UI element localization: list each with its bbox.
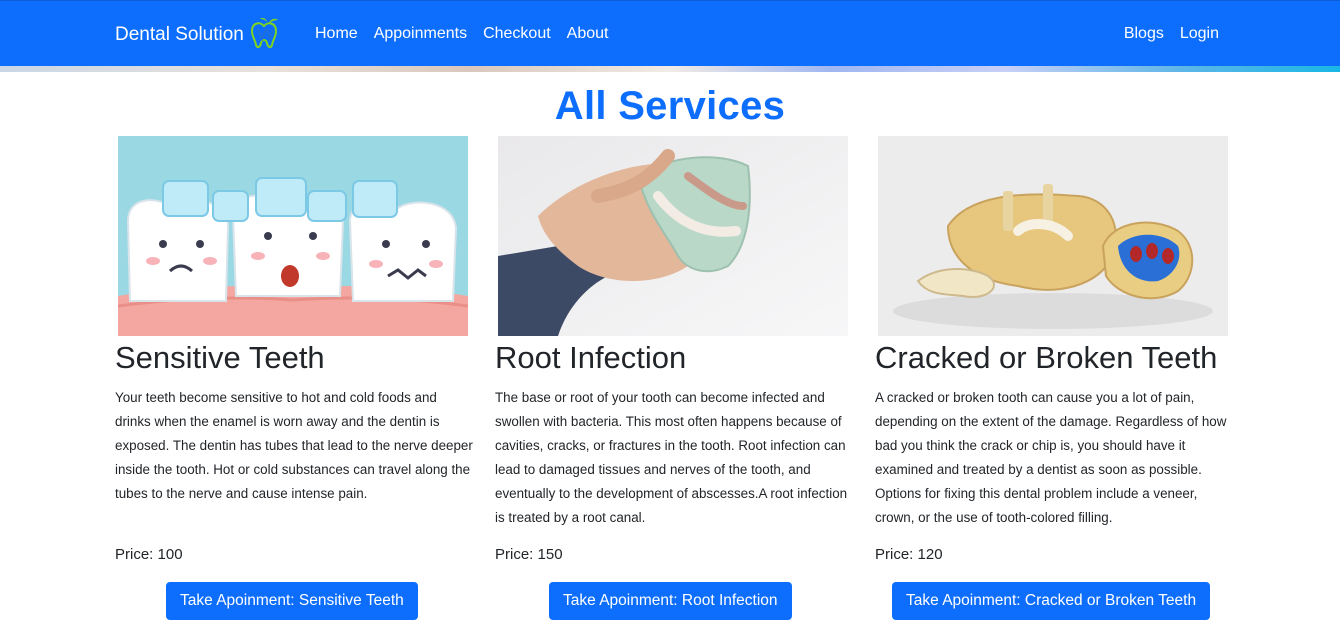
root-infection-image [498,136,848,336]
take-appointment-root-infection-button[interactable]: Take Apoinment: Root Infection [549,582,792,620]
nav-links: Home Appoinments Checkout About [307,25,616,43]
brand-name: Dental Solution [115,24,244,45]
take-appointment-sensitive-teeth-button[interactable]: Take Apoinment: Sensitive Teeth [166,582,418,620]
service-card-root-infection: Root Infection The base or root of your … [495,136,855,620]
nav-home[interactable]: Home [307,25,366,43]
nav-appointments[interactable]: Appoinments [366,25,475,43]
navbar: Dental Solution Home Appoinments Checkou… [0,0,1340,68]
hero-banner-edge [0,66,1340,72]
service-card-sensitive-teeth: Sensitive Teeth Your teeth become sensit… [115,136,475,620]
service-title: Root Infection [495,340,687,375]
service-title: Sensitive Teeth [115,340,325,375]
service-description: A cracked or broken tooth can cause you … [875,390,1227,525]
nav-about[interactable]: About [559,25,617,43]
service-description: Your teeth become sensitive to hot and c… [115,390,473,501]
nav-blogs[interactable]: Blogs [1116,25,1172,43]
service-price: Price: 100 [115,546,183,563]
brand[interactable]: Dental Solution [115,18,281,49]
service-description: The base or root of your tooth can becom… [495,390,848,525]
cracked-teeth-image [878,136,1228,336]
service-card-cracked-teeth: Cracked or Broken Teeth A cracked or bro… [875,136,1235,620]
sensitive-teeth-image [118,136,468,336]
take-appointment-cracked-teeth-button[interactable]: Take Apoinment: Cracked or Broken Teeth [892,582,1211,620]
tooth-logo-icon [250,18,278,49]
nav-right-links: Blogs Login [1116,25,1227,43]
page-title: All Services [554,84,786,128]
service-price: Price: 150 [495,546,563,563]
service-price: Price: 120 [875,546,943,563]
nav-checkout[interactable]: Checkout [475,25,559,43]
service-title: Cracked or Broken Teeth [875,340,1218,375]
nav-login[interactable]: Login [1172,25,1227,43]
